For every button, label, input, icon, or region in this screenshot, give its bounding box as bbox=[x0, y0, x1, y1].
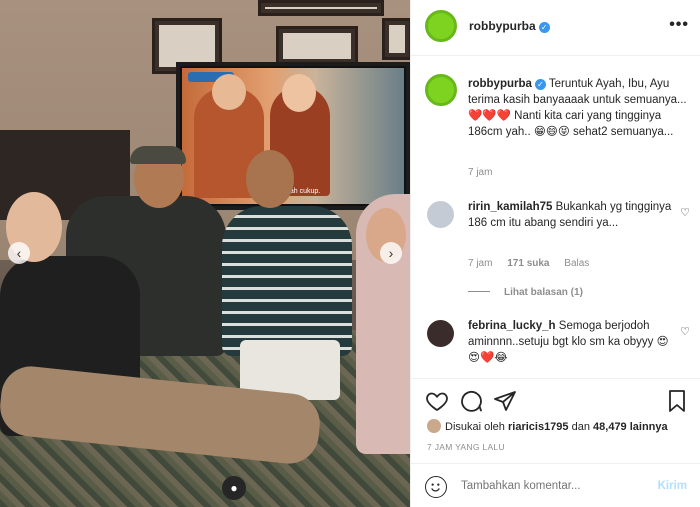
likes-count[interactable]: 48,479 lainnya bbox=[593, 421, 668, 433]
post-side-panel: robbypurba ✓ ••• robbypurba ✓ Teruntuk Aya… bbox=[410, 0, 700, 507]
more-options-icon[interactable]: ••• bbox=[669, 16, 689, 34]
comment-likes[interactable]: 171 suka bbox=[507, 258, 549, 269]
author-username[interactable]: robbypurba ✓ bbox=[469, 19, 550, 33]
instagram-post: aah cukup. ‹ › ● robbypurba ✓ ••• robbyp… bbox=[0, 0, 700, 507]
comment-like-icon[interactable]: ♡ bbox=[680, 325, 690, 338]
share-icon[interactable] bbox=[493, 389, 517, 413]
emoji-icon[interactable] bbox=[425, 476, 447, 498]
replies-divider bbox=[468, 291, 490, 292]
caption-author[interactable]: robbypurba bbox=[468, 78, 532, 90]
comment-like-icon[interactable]: ♡ bbox=[680, 206, 690, 219]
caption-time[interactable]: 7 jam bbox=[468, 167, 492, 178]
post-timestamp[interactable]: 7 JAM YANG LALU bbox=[427, 442, 505, 452]
photo-tv: aah cukup. bbox=[176, 62, 410, 210]
post-caption: robbypurba ✓ Teruntuk Ayah, Ibu, Ayu teri… bbox=[468, 76, 694, 140]
comment-avatar[interactable] bbox=[427, 320, 454, 347]
view-replies-button[interactable]: Lihat balasan (1) bbox=[468, 287, 583, 298]
photo-frame bbox=[258, 0, 384, 16]
comment-time[interactable]: 7 jam bbox=[468, 258, 492, 269]
liker-username[interactable]: riaricis1795 bbox=[508, 421, 569, 433]
comment-input[interactable] bbox=[461, 480, 631, 492]
reply-button[interactable]: Balas bbox=[564, 258, 589, 269]
post-header: robbypurba ✓ ••• bbox=[411, 0, 700, 56]
likes-middle: dan bbox=[571, 421, 590, 433]
comment: febrina_lucky_h Semoga berjodoh aminnnn.… bbox=[468, 318, 680, 366]
comment-composer: Kirim bbox=[411, 463, 700, 507]
liker-avatar[interactable] bbox=[427, 419, 441, 433]
photo-frame bbox=[382, 18, 410, 60]
heart-icon[interactable] bbox=[425, 389, 449, 413]
comment-username[interactable]: ririn_kamilah75 bbox=[468, 201, 552, 213]
verified-icon: ✓ bbox=[534, 79, 546, 90]
bookmark-icon[interactable] bbox=[665, 389, 689, 413]
view-replies-label[interactable]: Lihat balasan (1) bbox=[504, 287, 583, 298]
comment-avatar[interactable] bbox=[427, 201, 454, 228]
comment-icon[interactable] bbox=[459, 389, 483, 413]
caption-author-avatar[interactable] bbox=[425, 74, 457, 106]
photo-frame bbox=[276, 26, 358, 66]
tagged-users-icon[interactable]: ● bbox=[222, 476, 246, 500]
comment-meta: 7 jam 171 suka Balas bbox=[468, 258, 589, 269]
likes-prefix: Disukai oleh bbox=[445, 421, 505, 433]
author-username-text[interactable]: robbypurba bbox=[469, 19, 536, 33]
post-photo[interactable]: aah cukup. ‹ › ● bbox=[0, 0, 410, 507]
comment-username[interactable]: febrina_lucky_h bbox=[468, 320, 556, 332]
next-photo-button[interactable]: › bbox=[380, 242, 402, 264]
previous-photo-button[interactable]: ‹ bbox=[8, 242, 30, 264]
send-button[interactable]: Kirim bbox=[658, 480, 687, 492]
comment: ririn_kamilah75 Bukankah yg tingginya 18… bbox=[468, 199, 680, 231]
verified-icon: ✓ bbox=[538, 22, 550, 33]
likes-summary: Disukai oleh riaricis1795 dan 48,479 lai… bbox=[427, 419, 668, 433]
author-avatar[interactable] bbox=[425, 10, 457, 42]
